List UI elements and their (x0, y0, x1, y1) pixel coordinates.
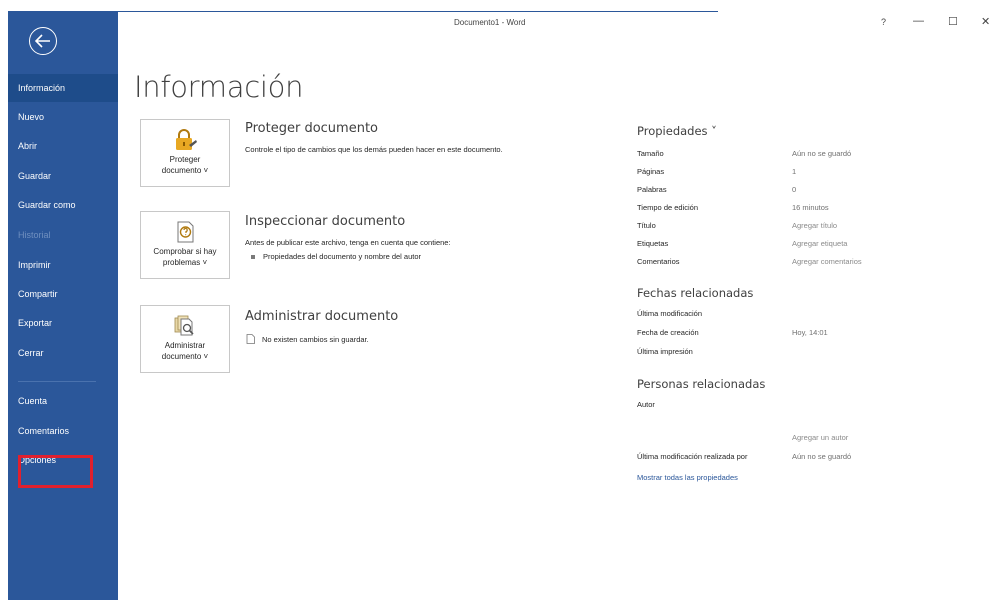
related-people-heading: Personas relacionadas (637, 377, 766, 391)
add-author-field[interactable]: Agregar un autor (792, 433, 848, 442)
prop-title-label: Título (637, 221, 656, 230)
bullet-square-icon (251, 255, 255, 260)
prop-comments-label: Comentarios (637, 257, 680, 266)
nav-guardar-como[interactable]: Guardar como (8, 191, 118, 219)
check-issues-button[interactable]: Comprobar si hay problemas ˅ (140, 211, 230, 279)
prop-size-value: Aún no se guardó (792, 149, 852, 158)
close-button[interactable]: ✕ (981, 15, 990, 28)
document-small-icon (246, 334, 255, 346)
manage-document-icon (172, 314, 198, 338)
show-all-properties-link[interactable]: Mostrar todas las propiedades (637, 473, 738, 482)
back-arrow-icon[interactable] (29, 27, 57, 55)
check-label-line1: Comprobar si hay (153, 247, 217, 256)
nav-abrir[interactable]: Abrir (8, 132, 118, 160)
prop-size-label: Tamaño (637, 149, 664, 158)
nav-imprimir[interactable]: Imprimir (8, 251, 118, 279)
protect-description: Controle el tipo de cambios que los demá… (245, 145, 503, 154)
nav-guardar[interactable]: Guardar (8, 162, 118, 190)
last-modified-by-value: Aún no se guardó (792, 452, 852, 461)
manage-description: No existen cambios sin guardar. (262, 334, 369, 344)
inspect-bullet-item: Propiedades del documento y nombre del a… (251, 252, 421, 261)
manage-heading: Administrar documento (245, 309, 399, 324)
window-title: Documento1 - Word (454, 18, 526, 27)
nav-comentarios[interactable]: Comentarios (8, 417, 118, 445)
last-modified-by-label: Última modificación realizada por (637, 452, 748, 461)
prop-pages-value: 1 (792, 167, 797, 176)
created-value: Hoy, 14:01 (792, 328, 828, 337)
nav-exportar[interactable]: Exportar (8, 309, 118, 337)
protect-label-line2: documento ˅ (161, 166, 209, 175)
help-button[interactable]: ? (881, 17, 886, 27)
nav-compartir[interactable]: Compartir (8, 280, 118, 308)
nav-opciones[interactable]: Opciones (8, 446, 118, 474)
nav-nuevo[interactable]: Nuevo (8, 103, 118, 131)
nav-informacion[interactable]: Información (8, 74, 118, 102)
prop-words-label: Palabras (637, 185, 667, 194)
lock-key-icon (172, 128, 198, 152)
protect-label-line1: Proteger (169, 155, 201, 164)
protect-document-button[interactable]: Proteger documento ˅ (140, 119, 230, 187)
backstage-sidebar: Información Nuevo Abrir Guardar Guardar … (8, 11, 118, 600)
prop-tags-field[interactable]: Agregar etiqueta (792, 239, 847, 248)
prop-pages-label: Páginas (637, 167, 665, 176)
minimize-button[interactable]: — (913, 15, 924, 27)
page-title: Información (134, 70, 304, 104)
created-label: Fecha de creación (637, 328, 699, 337)
last-printed-label: Última impresión (637, 347, 693, 356)
manage-description-row: No existen cambios sin guardar. (246, 334, 369, 346)
inspect-description: Antes de publicar este archivo, tenga en… (245, 238, 451, 247)
last-modified-label: Última modificación (637, 309, 703, 318)
prop-edit-time-value: 16 minutos (792, 203, 829, 212)
prop-words-value: 0 (792, 185, 797, 194)
prop-tags-label: Etiquetas (637, 239, 669, 248)
maximize-button[interactable]: ☐ (948, 15, 958, 28)
nav-cuenta[interactable]: Cuenta (8, 387, 118, 415)
inspect-document-icon (172, 220, 198, 244)
check-label-line2: problemas ˅ (162, 258, 208, 267)
nav-historial: Historial (18, 230, 51, 240)
manage-document-button[interactable]: Administrar documento ˅ (140, 305, 230, 373)
nav-divider (18, 381, 96, 382)
prop-title-field[interactable]: Agregar título (792, 221, 837, 230)
inspect-bullet-text: Propiedades del documento y nombre del a… (263, 252, 422, 261)
manage-label-line2: documento ˅ (161, 352, 209, 361)
related-dates-heading: Fechas relacionadas (637, 286, 754, 300)
protect-heading: Proteger documento (245, 121, 378, 136)
inspect-heading: Inspeccionar documento (245, 214, 406, 229)
nav-cerrar[interactable]: Cerrar (8, 339, 118, 367)
author-label: Autor (637, 400, 655, 409)
prop-comments-field[interactable]: Agregar comentarios (792, 257, 862, 266)
properties-dropdown[interactable]: Propiedades ˅ (637, 124, 717, 138)
title-bar: Documento1 - Word ? — ☐ ✕ (118, 11, 995, 39)
prop-edit-time-label: Tiempo de edición (637, 203, 699, 212)
manage-label-line1: Administrar (164, 341, 206, 350)
